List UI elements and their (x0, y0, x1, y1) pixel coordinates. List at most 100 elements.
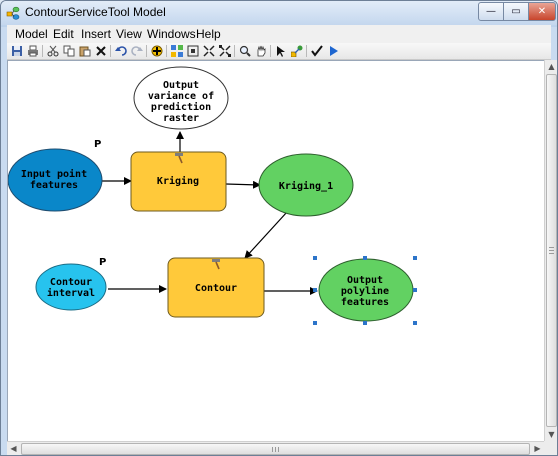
node-kriging-1[interactable]: Kriging_1 (258, 153, 354, 217)
run-button[interactable] (325, 43, 341, 59)
zoom-fixed-out-icon (219, 45, 231, 57)
menu-help[interactable]: Help (196, 27, 221, 41)
scroll-down-button[interactable]: ▼ (545, 428, 557, 441)
scroll-up-icon: ▲ (548, 62, 555, 71)
selection-handle[interactable] (413, 256, 417, 260)
node-output-variance-label-4: raster (163, 113, 199, 124)
title-bar[interactable]: ContourServiceTool Model — ▭ ✕ (1, 1, 557, 25)
node-contour-tool[interactable]: Contour (167, 257, 265, 318)
zoom-fixed-out-button[interactable] (217, 43, 233, 59)
scroll-right-button[interactable]: ▶ (531, 442, 544, 455)
minimize-icon: — (486, 6, 496, 17)
delete-icon (96, 46, 106, 56)
add-data-icon (151, 45, 163, 57)
paste-button[interactable] (77, 43, 93, 59)
horizontal-scroll-thumb[interactable] (21, 443, 530, 455)
node-kriging-tool[interactable]: Kriging (130, 151, 227, 212)
scroll-down-icon: ▼ (548, 430, 555, 439)
node-output-variance-label-2: variance of (148, 90, 214, 102)
maximize-icon: ▭ (511, 6, 521, 17)
vertical-scrollbar[interactable]: ▲ ▼ (544, 60, 557, 441)
scroll-right-icon: ▶ (534, 444, 541, 453)
node-input-point-features[interactable]: Input point features (8, 148, 103, 212)
undo-icon (115, 46, 127, 56)
node-input-point-features-label-1: Input point (21, 168, 87, 180)
toolbar (7, 43, 551, 60)
full-extent-icon (187, 45, 199, 57)
horizontal-scrollbar[interactable]: ◀ ▶ (7, 441, 544, 455)
menu-edit[interactable]: Edit (53, 27, 74, 41)
menu-view[interactable]: View (116, 27, 142, 41)
validate-button[interactable] (309, 43, 325, 59)
menu-windows[interactable]: Windows (147, 27, 196, 41)
zoom-in-button[interactable] (237, 43, 253, 59)
add-data-button[interactable] (149, 43, 165, 59)
menu-model[interactable]: Model (15, 27, 48, 41)
connector-kriging-to-kriging1[interactable] (225, 180, 261, 189)
redo-button[interactable] (129, 43, 145, 59)
save-button[interactable] (9, 43, 25, 59)
validate-icon (311, 45, 323, 57)
node-kriging-1-label: Kriging_1 (279, 180, 333, 192)
redo-icon (131, 46, 143, 56)
scroll-up-button[interactable]: ▲ (545, 60, 557, 73)
connect-button[interactable] (289, 43, 305, 59)
node-input-point-features-label-2: features (30, 180, 78, 191)
node-contour-interval[interactable]: Contour interval (35, 263, 107, 311)
select-button[interactable] (273, 43, 289, 59)
node-output-polyline-label-1: Output (347, 275, 383, 286)
node-output-variance[interactable]: Output variance of prediction raster (133, 66, 229, 130)
undo-button[interactable] (113, 43, 129, 59)
node-contour-interval-label-1: Contour (50, 277, 92, 288)
cut-button[interactable] (45, 43, 61, 59)
node-output-polyline-label-2: polyline (341, 285, 389, 297)
close-button[interactable]: ✕ (528, 2, 556, 21)
copy-button[interactable] (61, 43, 77, 59)
copy-icon (63, 45, 75, 57)
vertical-scroll-thumb[interactable] (546, 74, 557, 427)
connector-kriging1-to-contour[interactable] (244, 211, 288, 259)
node-output-polyline-label-3: features (341, 297, 389, 308)
print-button[interactable] (25, 43, 41, 59)
size-grip[interactable] (544, 441, 557, 455)
run-icon (330, 46, 338, 56)
param-marker-input-point-features: P (94, 139, 101, 150)
menu-bar: Model Edit Insert View Windows Help (7, 25, 551, 44)
selection-handle[interactable] (313, 256, 317, 260)
menu-insert[interactable]: Insert (81, 27, 111, 41)
maximize-button[interactable]: ▭ (503, 2, 529, 21)
node-output-variance-label-1: Output (163, 80, 199, 91)
pan-icon (257, 45, 266, 57)
selection-handle[interactable] (313, 321, 317, 325)
scroll-left-button[interactable]: ◀ (7, 442, 20, 455)
delete-button[interactable] (93, 43, 109, 59)
print-icon (28, 45, 38, 57)
cut-icon (47, 45, 59, 57)
window-title: ContourServiceTool Model (25, 5, 166, 19)
paste-icon (79, 46, 91, 57)
zoom-fixed-in-icon (203, 45, 215, 57)
node-kriging-label: Kriging (157, 175, 199, 187)
zoom-in-icon (239, 45, 251, 57)
auto-layout-icon (171, 45, 183, 57)
save-icon (12, 46, 22, 56)
full-extent-button[interactable] (185, 43, 201, 59)
node-output-polyline-features[interactable]: Output polyline features (318, 258, 414, 322)
node-contour-interval-label-2: interval (47, 287, 95, 299)
model-canvas[interactable]: Output variance of prediction raster Inp… (7, 60, 546, 443)
param-marker-contour-interval: P (99, 257, 106, 268)
selection-handle[interactable] (413, 288, 417, 292)
node-output-variance-label-3: prediction (151, 101, 211, 113)
selection-handle[interactable] (363, 321, 367, 325)
minimize-button[interactable]: — (478, 2, 504, 21)
scroll-left-icon: ◀ (10, 444, 17, 453)
selection-handle[interactable] (313, 288, 317, 292)
pan-button[interactable] (253, 43, 269, 59)
modelbuilder-app-icon (6, 6, 20, 20)
selection-handle[interactable] (363, 256, 367, 260)
node-contour-label: Contour (195, 283, 237, 294)
selection-handle[interactable] (413, 321, 417, 325)
close-icon: ✕ (537, 6, 547, 17)
auto-layout-button[interactable] (169, 43, 185, 59)
zoom-fixed-in-button[interactable] (201, 43, 217, 59)
